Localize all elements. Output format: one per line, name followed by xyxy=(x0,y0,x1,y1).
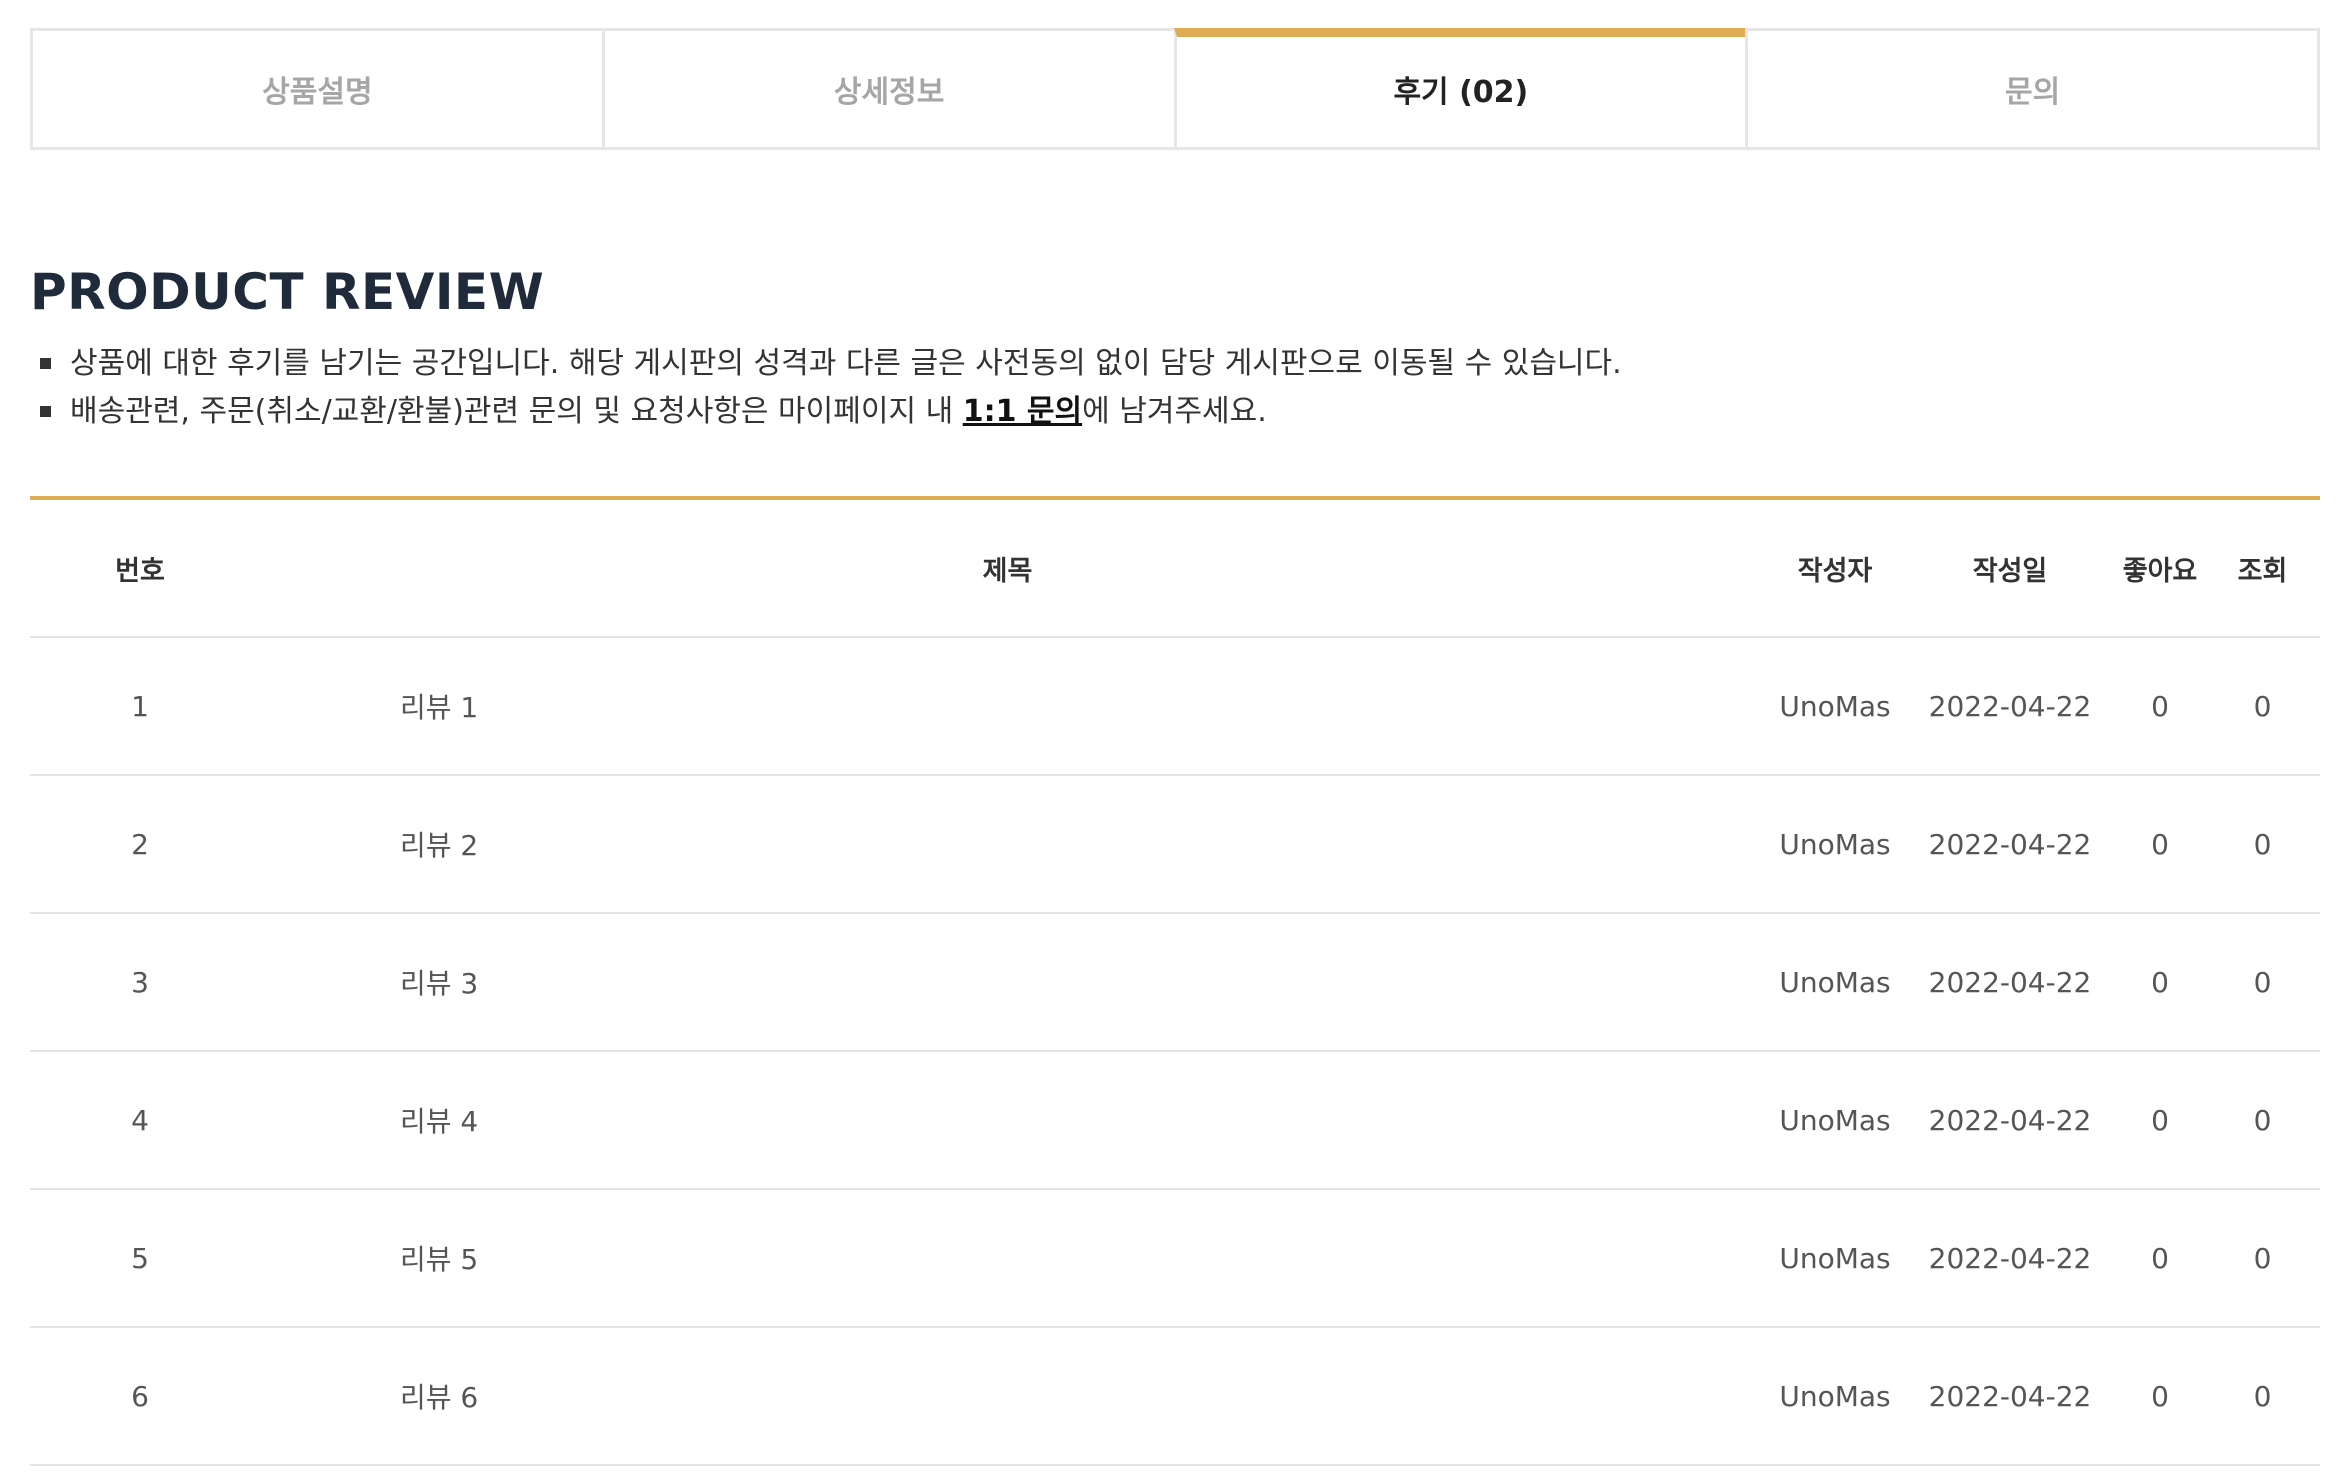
row-date: 2022-04-22 xyxy=(1905,1051,2115,1190)
row-subject-cell: 리뷰 4 xyxy=(250,1051,1765,1190)
row-likes: 0 xyxy=(2115,775,2205,914)
review-notice-list: 상품에 대한 후기를 남기는 공간입니다. 해당 게시판의 성격과 다른 글은 … xyxy=(30,340,1622,436)
table-header-row: 번호 제목 작성자 작성일 좋아요 조회 xyxy=(30,498,2320,638)
row-views: 0 xyxy=(2205,1327,2320,1466)
row-views: 0 xyxy=(2205,1189,2320,1328)
review-title-link[interactable]: 리뷰 4 xyxy=(400,1100,478,1140)
review-title-link[interactable]: 리뷰 5 xyxy=(400,1238,478,1278)
column-header-number: 번호 xyxy=(30,498,250,638)
row-number: 2 xyxy=(30,775,250,914)
row-likes: 0 xyxy=(2115,1189,2205,1328)
table-row[interactable]: 1 리뷰 1 UnoMas 2022-04-22 0 0 xyxy=(30,637,2320,776)
row-subject-cell: 리뷰 5 xyxy=(250,1189,1765,1328)
tab-details[interactable]: 상세정보 xyxy=(601,28,1177,150)
notice-text: 배송관련, 주문(취소/교환/환불)관련 문의 및 요청사항은 마이페이지 내 xyxy=(70,394,963,429)
review-title-link[interactable]: 리뷰 1 xyxy=(400,686,478,726)
row-date: 2022-04-22 xyxy=(1905,913,2115,1052)
row-number: 1 xyxy=(30,637,250,776)
row-number: 3 xyxy=(30,913,250,1052)
table-row[interactable]: 5 리뷰 5 UnoMas 2022-04-22 0 0 xyxy=(30,1189,2320,1328)
table-row[interactable]: 4 리뷰 4 UnoMas 2022-04-22 0 0 xyxy=(30,1051,2320,1190)
notice-text: 상품에 대한 후기를 남기는 공간입니다. 해당 게시판의 성격과 다른 글은 … xyxy=(70,346,1622,381)
product-tabs: 상품설명 상세정보 후기 (02) 문의 xyxy=(30,28,2320,150)
one-to-one-inquiry-link[interactable]: 1:1 문의 xyxy=(963,394,1082,429)
row-writer: UnoMas xyxy=(1765,1189,1905,1328)
row-subject-cell: 리뷰 6 xyxy=(250,1327,1765,1466)
square-bullet-icon xyxy=(40,358,51,369)
square-bullet-icon xyxy=(40,406,51,417)
row-views: 0 xyxy=(2205,775,2320,914)
row-views: 0 xyxy=(2205,1051,2320,1190)
row-likes: 0 xyxy=(2115,1051,2205,1190)
tab-description[interactable]: 상품설명 xyxy=(30,28,605,150)
review-table: 번호 제목 작성자 작성일 좋아요 조회 1 리뷰 1 UnoMas 2022-… xyxy=(30,496,2320,1466)
row-likes: 0 xyxy=(2115,913,2205,1052)
row-subject-cell: 리뷰 1 xyxy=(250,637,1765,776)
review-title-link[interactable]: 리뷰 6 xyxy=(400,1376,478,1416)
column-header-views: 조회 xyxy=(2205,498,2320,638)
tab-inquiry[interactable]: 문의 xyxy=(1745,28,2320,150)
row-number: 5 xyxy=(30,1189,250,1328)
review-title-link[interactable]: 리뷰 3 xyxy=(400,962,478,1002)
row-date: 2022-04-22 xyxy=(1905,1327,2115,1466)
row-date: 2022-04-22 xyxy=(1905,637,2115,776)
row-views: 0 xyxy=(2205,637,2320,776)
table-row[interactable]: 2 리뷰 2 UnoMas 2022-04-22 0 0 xyxy=(30,775,2320,914)
row-writer: UnoMas xyxy=(1765,913,1905,1052)
notice-text-tail: 에 남겨주세요. xyxy=(1082,394,1267,429)
table-row[interactable]: 6 리뷰 6 UnoMas 2022-04-22 0 0 xyxy=(30,1327,2320,1466)
column-header-likes: 좋아요 xyxy=(2115,498,2205,638)
row-subject-cell: 리뷰 2 xyxy=(250,775,1765,914)
row-writer: UnoMas xyxy=(1765,775,1905,914)
tab-reviews[interactable]: 후기 (02) xyxy=(1173,28,1749,150)
page-title: PRODUCT REVIEW xyxy=(30,263,545,321)
row-writer: UnoMas xyxy=(1765,1051,1905,1190)
row-writer: UnoMas xyxy=(1765,637,1905,776)
table-row[interactable]: 3 리뷰 3 UnoMas 2022-04-22 0 0 xyxy=(30,913,2320,1052)
column-header-date: 작성일 xyxy=(1905,498,2115,638)
column-header-subject: 제목 xyxy=(250,498,1765,638)
column-header-writer: 작성자 xyxy=(1765,498,1905,638)
notice-item: 배송관련, 주문(취소/교환/환불)관련 문의 및 요청사항은 마이페이지 내 … xyxy=(30,388,1622,436)
review-title-link[interactable]: 리뷰 2 xyxy=(400,824,478,864)
notice-item: 상품에 대한 후기를 남기는 공간입니다. 해당 게시판의 성격과 다른 글은 … xyxy=(30,340,1622,388)
row-number: 6 xyxy=(30,1327,250,1466)
row-likes: 0 xyxy=(2115,1327,2205,1466)
row-date: 2022-04-22 xyxy=(1905,775,2115,914)
row-date: 2022-04-22 xyxy=(1905,1189,2115,1328)
row-number: 4 xyxy=(30,1051,250,1190)
row-views: 0 xyxy=(2205,913,2320,1052)
row-likes: 0 xyxy=(2115,637,2205,776)
row-subject-cell: 리뷰 3 xyxy=(250,913,1765,1052)
row-writer: UnoMas xyxy=(1765,1327,1905,1466)
